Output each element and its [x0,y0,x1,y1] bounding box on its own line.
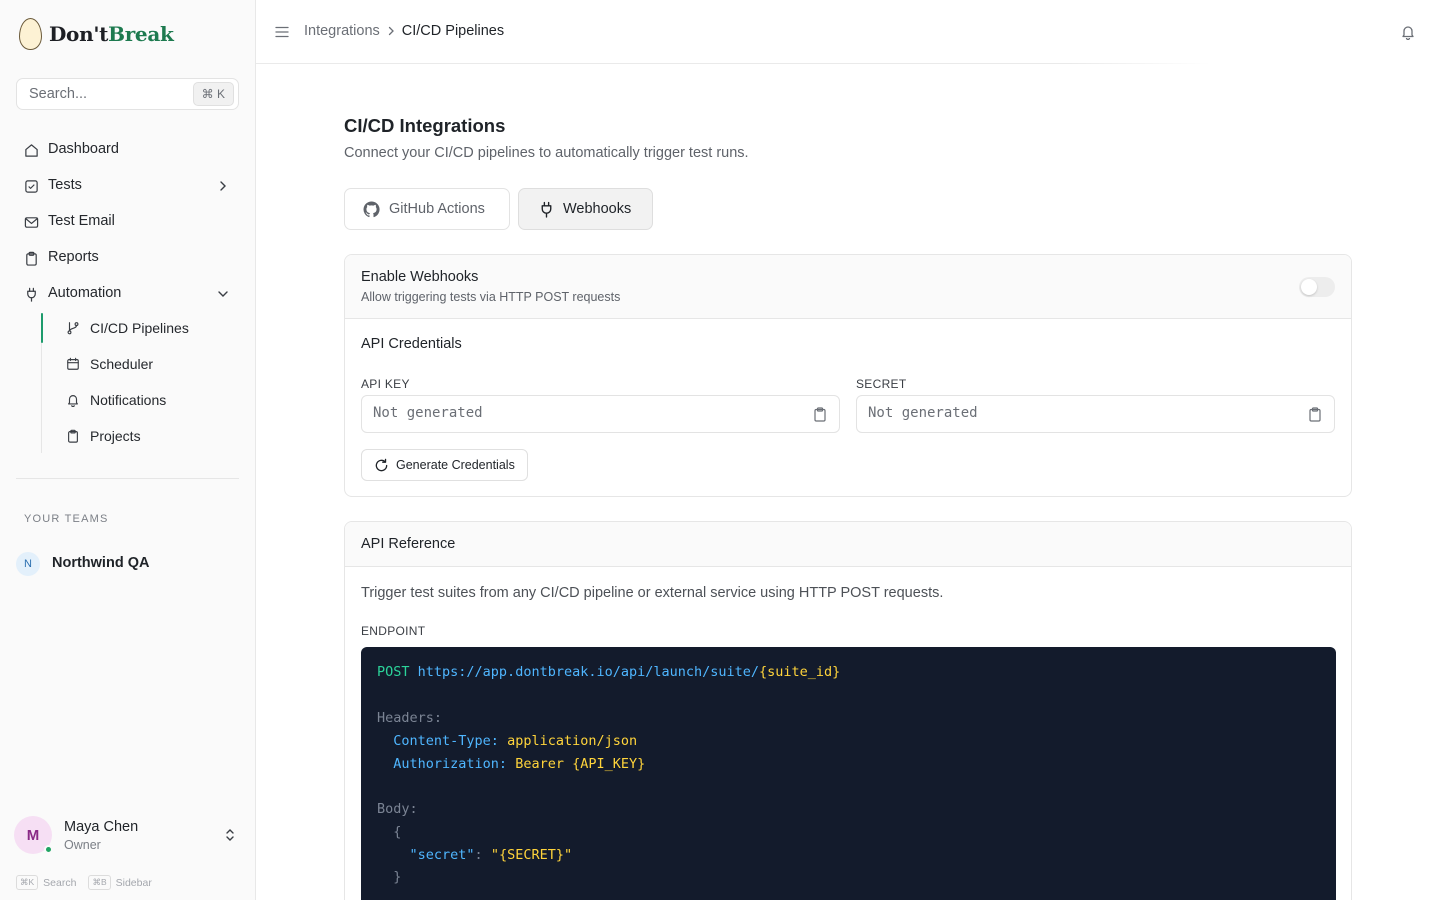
sidebar-item-label: CI/CD Pipelines [90,320,189,336]
webhooks-card: Enable Webhooks Allow triggering tests v… [344,254,1352,497]
plug-icon [27,287,36,302]
sidebar-item-label: Test Email [48,213,115,229]
sidebar-item-label: Reports [48,249,99,265]
clipboard-icon [26,251,37,266]
checkbox-icon [25,180,38,193]
generate-credentials-label: Generate Credentials [396,458,515,472]
online-status-dot [44,845,53,854]
egg-logo-icon [19,18,42,50]
sidebar-item-tests[interactable]: Tests [16,170,239,202]
sidebar-item-label: Dashboard [48,141,119,157]
sidebar-item-notifications[interactable]: Notifications [58,385,238,415]
sidebar-item-test-email[interactable]: Test Email [16,206,239,238]
code-line-header-content-type: Content-Type: application/json [393,733,638,749]
endpoint-code-block[interactable]: POST https://app.dontbreak.io/api/launch… [361,647,1336,900]
user-name: Maya Chen [64,819,139,835]
sidebar-item-cicd-pipelines[interactable]: CI/CD Pipelines [58,313,238,343]
api-reference-title: API Reference [361,536,456,552]
secret-field [856,395,1335,433]
secret-label: SECRET [856,377,907,391]
api-key-field [361,395,840,433]
git-branch-icon [67,322,79,335]
api-key-label: API KEY [361,377,410,391]
copy-clipboard-icon[interactable] [813,407,827,422]
code-line-body-label: Body: [377,801,418,817]
clipboard-icon [68,429,78,443]
api-key-input[interactable] [373,405,793,421]
bell-icon[interactable] [1400,24,1416,40]
breadcrumb-current: CI/CD Pipelines [401,23,505,39]
breadcrumb-integrations[interactable]: Integrations [304,23,380,39]
enable-webhooks-description: Allow triggering tests via HTTP POST req… [361,290,621,304]
team-name: Northwind QA [52,555,150,571]
copy-clipboard-icon[interactable] [1308,407,1322,422]
api-reference-card: API Reference Trigger test suites from a… [344,521,1352,900]
api-reference-description: Trigger test suites from any CI/CD pipel… [361,585,944,601]
secret-input[interactable] [868,405,1288,421]
code-line-brace-open: { [393,824,402,840]
enable-webhooks-toggle[interactable] [1299,277,1335,297]
teams-heading: YOUR TEAMS [24,513,109,525]
menu-icon[interactable] [274,24,290,40]
sidebar-item-label: Automation [48,285,122,301]
hint-search: ⌘K Search [16,875,76,890]
hint-sidebar: ⌘B Sidebar [88,875,152,890]
search-input[interactable] [29,86,189,102]
team-item[interactable]: N Northwind QA [16,550,239,578]
calendar-icon [67,357,79,370]
brand-name: Don'tBreak [49,22,174,46]
sidebar-item-dashboard[interactable]: Dashboard [16,134,239,166]
topbar-divider [256,63,1211,64]
api-reference-header: API Reference [345,522,1351,567]
refresh-icon [375,458,388,472]
tab-github-actions[interactable]: GitHub Actions [344,188,510,230]
sidebar: Don'tBreak ⌘ K Dashboard Tests Test Emai… [0,0,256,900]
sidebar-item-reports[interactable]: Reports [16,242,239,274]
generate-credentials-button[interactable]: Generate Credentials [361,449,528,481]
tab-label: GitHub Actions [389,201,485,217]
home-icon [25,144,38,157]
sidebar-divider [16,478,239,479]
sidebar-item-label: Projects [90,428,141,444]
user-menu[interactable]: M Maya Chen Owner [14,814,242,856]
sidebar-item-scheduler[interactable]: Scheduler [58,349,238,379]
user-role: Owner [64,838,101,852]
code-line-request: POST https://app.dontbreak.io/api/launch… [377,664,841,680]
sidebar-item-label: Scheduler [90,356,154,372]
api-credentials-title: API Credentials [361,336,462,352]
github-icon [363,201,380,218]
keyboard-hints: ⌘K Search ⌘B Sidebar [16,875,152,890]
breadcrumb: Integrations CI/CD Pipelines [304,23,504,39]
active-indicator [41,313,43,343]
chevron-right-icon [220,181,226,191]
mail-icon [24,217,39,228]
bell-icon [68,395,78,407]
search-shortcut-badge: ⌘ K [192,82,234,106]
enable-webhooks-title: Enable Webhooks [361,269,479,285]
code-line-body-secret: "secret": "{SECRET}" [409,847,573,863]
brand-logo[interactable]: Don'tBreak [19,18,174,50]
endpoint-label: ENDPOINT [361,624,426,638]
page-subtitle: Connect your CI/CD pipelines to automati… [344,145,749,161]
toggle-knob [1301,279,1317,295]
search-box: ⌘ K [16,78,239,110]
sidebar-item-label: Tests [48,177,82,193]
plug-icon [541,201,552,218]
code-line-brace-close: } [393,869,402,885]
page-title: CI/CD Integrations [344,115,506,136]
sidebar-item-automation[interactable]: Automation [16,278,239,310]
code-line-headers-label: Headers: [377,710,443,726]
tab-label: Webhooks [563,201,632,217]
sidebar-item-label: Notifications [90,392,167,408]
sidebar-item-projects[interactable]: Projects [58,421,238,451]
chevron-down-icon [218,291,228,297]
chevron-up-down-icon [226,829,234,841]
enable-webhooks-row: Enable Webhooks Allow triggering tests v… [345,255,1351,319]
tab-webhooks[interactable]: Webhooks [518,188,653,230]
chevron-right-icon [388,26,394,36]
code-line-header-authorization: Authorization: Bearer {API_KEY} [393,756,646,772]
team-avatar: N [16,552,40,576]
